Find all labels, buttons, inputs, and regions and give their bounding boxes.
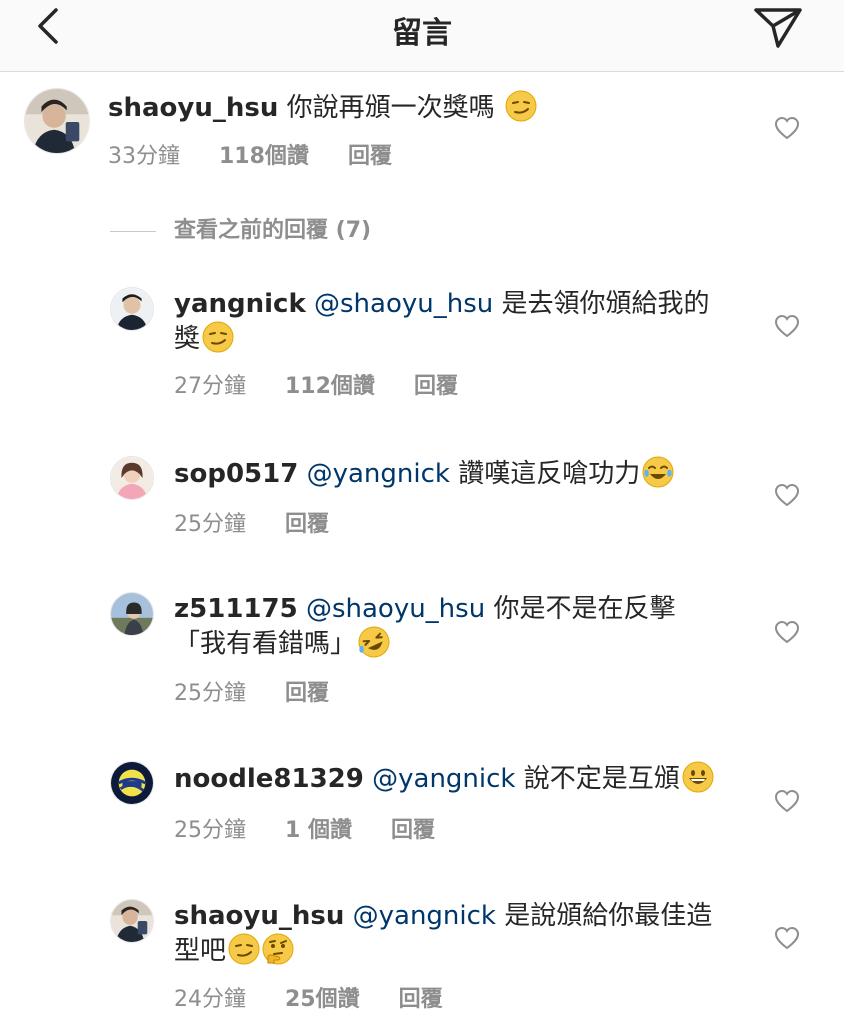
timestamp: 25分鐘 bbox=[174, 818, 246, 843]
timestamp: 25分鐘 bbox=[174, 512, 246, 537]
comment-meta: 24分鐘 25個讚 回覆 bbox=[174, 981, 475, 1013]
smirk-emoji-icon bbox=[202, 321, 234, 353]
comment-text: shaoyu_hsu 你說再頒一次獎嗎 bbox=[108, 90, 748, 125]
rolling-laughing-emoji-icon bbox=[358, 626, 390, 658]
comment-meta: 25分鐘 回覆 bbox=[174, 675, 361, 707]
header-bar: 留言 bbox=[0, 0, 844, 72]
mention-link[interactable]: @yangnick bbox=[353, 901, 496, 931]
divider-line bbox=[110, 230, 156, 232]
likes-count[interactable]: 118個讚 bbox=[219, 138, 309, 170]
mention-link[interactable]: @yangnick bbox=[372, 764, 515, 794]
heart-outline-icon[interactable] bbox=[774, 620, 800, 644]
comment-meta: 25分鐘 回覆 bbox=[174, 506, 361, 538]
comment-body: 讚嘆這反嗆功力 bbox=[458, 459, 641, 489]
comment-text: yangnick @shaoyu_hsu 是去領你頒給我的獎 bbox=[174, 287, 734, 356]
comment-text: shaoyu_hsu @yangnick 是說頒給你最佳造型吧 bbox=[174, 899, 734, 968]
mention-link[interactable]: @shaoyu_hsu bbox=[314, 289, 493, 319]
timestamp: 25分鐘 bbox=[174, 681, 246, 706]
username[interactable]: shaoyu_hsu bbox=[108, 93, 278, 123]
tears-of-joy-emoji-icon bbox=[642, 456, 674, 488]
reply-button[interactable]: 回覆 bbox=[399, 981, 443, 1013]
avatar[interactable] bbox=[110, 899, 154, 943]
page-title: 留言 bbox=[392, 16, 452, 51]
reply-button[interactable]: 回覆 bbox=[285, 675, 329, 707]
username[interactable]: noodle81329 bbox=[174, 764, 364, 794]
heart-outline-icon[interactable] bbox=[774, 483, 800, 507]
view-previous-label[interactable]: 查看之前的回覆 (7) bbox=[174, 218, 371, 243]
comment-text: sop0517 @yangnick 讚嘆這反嗆功力 bbox=[174, 456, 734, 491]
comment-body: 說不定是互頒 bbox=[523, 764, 680, 794]
avatar[interactable] bbox=[110, 761, 154, 805]
reply-button[interactable]: 回覆 bbox=[414, 368, 458, 400]
heart-outline-icon[interactable] bbox=[774, 314, 800, 338]
smirk-emoji-icon bbox=[505, 90, 537, 122]
likes-count[interactable]: 25個讚 bbox=[285, 981, 360, 1013]
avatar[interactable] bbox=[110, 456, 154, 500]
comment-body: 你說再頒一次獎嗎 bbox=[286, 93, 495, 123]
comment-meta: 27分鐘 112個讚 回覆 bbox=[174, 368, 490, 400]
thinking-emoji-icon bbox=[262, 933, 294, 965]
timestamp: 33分鐘 bbox=[108, 144, 180, 169]
grinning-emoji-icon bbox=[682, 761, 714, 793]
heart-outline-icon[interactable] bbox=[774, 116, 800, 140]
username[interactable]: sop0517 bbox=[174, 459, 298, 489]
reply-button[interactable]: 回覆 bbox=[348, 138, 392, 170]
avatar[interactable] bbox=[24, 88, 90, 154]
username[interactable]: z511175 bbox=[174, 594, 298, 624]
mention-link[interactable]: @yangnick bbox=[307, 459, 450, 489]
timestamp: 24分鐘 bbox=[174, 987, 246, 1012]
heart-outline-icon[interactable] bbox=[774, 789, 800, 813]
comment-text: z511175 @shaoyu_hsu 你是不是在反擊「我有看錯嗎」 bbox=[174, 592, 714, 661]
view-previous-replies[interactable]: 查看之前的回覆 (7) bbox=[110, 212, 371, 244]
avatar[interactable] bbox=[110, 287, 154, 331]
comment-meta: 33分鐘 118個讚 回覆 bbox=[108, 138, 424, 170]
timestamp: 27分鐘 bbox=[174, 374, 246, 399]
likes-count[interactable]: 1 個讚 bbox=[285, 812, 352, 844]
paper-plane-icon[interactable] bbox=[752, 4, 804, 50]
username[interactable]: shaoyu_hsu bbox=[174, 901, 344, 931]
smirk-emoji-icon bbox=[228, 933, 260, 965]
mention-link[interactable]: @shaoyu_hsu bbox=[306, 594, 485, 624]
reply-button[interactable]: 回覆 bbox=[391, 812, 435, 844]
avatar[interactable] bbox=[110, 592, 154, 636]
likes-count[interactable]: 112個讚 bbox=[285, 368, 375, 400]
username[interactable]: yangnick bbox=[174, 289, 306, 319]
heart-outline-icon[interactable] bbox=[774, 926, 800, 950]
comment-meta: 25分鐘 1 個讚 回覆 bbox=[174, 812, 467, 844]
reply-button[interactable]: 回覆 bbox=[285, 506, 329, 538]
comment-text: noodle81329 @yangnick 說不定是互頒 bbox=[174, 761, 734, 796]
